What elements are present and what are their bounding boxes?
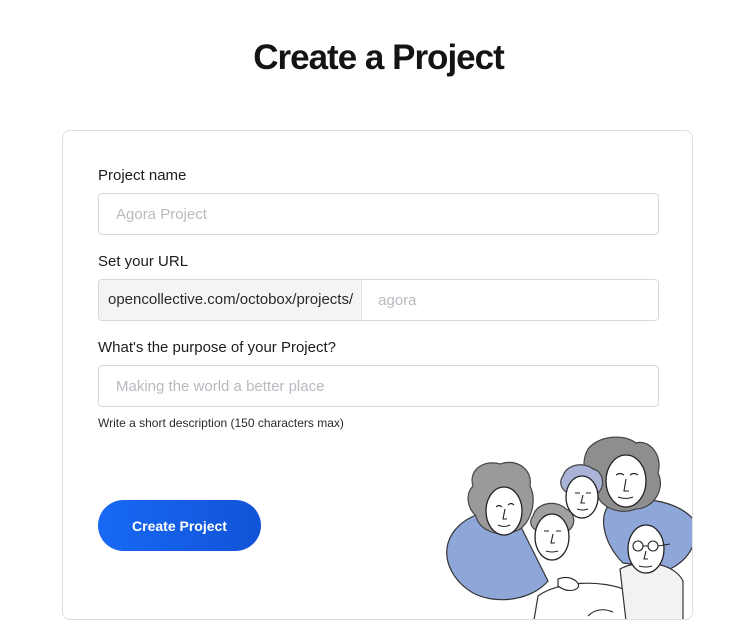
purpose-input[interactable] [98, 365, 659, 407]
url-prefix: opencollective.com/octobox/projects/ [99, 280, 363, 320]
purpose-label: What's the purpose of your Project? [98, 339, 336, 356]
project-name-label: Project name [98, 167, 187, 184]
url-field: opencollective.com/octobox/projects/ [98, 279, 659, 321]
project-name-input[interactable] [98, 193, 659, 235]
group-of-people-illustration [446, 436, 692, 619]
page-title: Create a Project [253, 38, 505, 77]
url-label: Set your URL [98, 253, 189, 270]
create-project-form: Project name Set your URL opencollective… [62, 130, 693, 620]
url-slug-input[interactable] [362, 280, 658, 320]
purpose-help-text: Write a short description (150 character… [98, 416, 344, 430]
create-project-button[interactable]: Create Project [98, 500, 261, 551]
